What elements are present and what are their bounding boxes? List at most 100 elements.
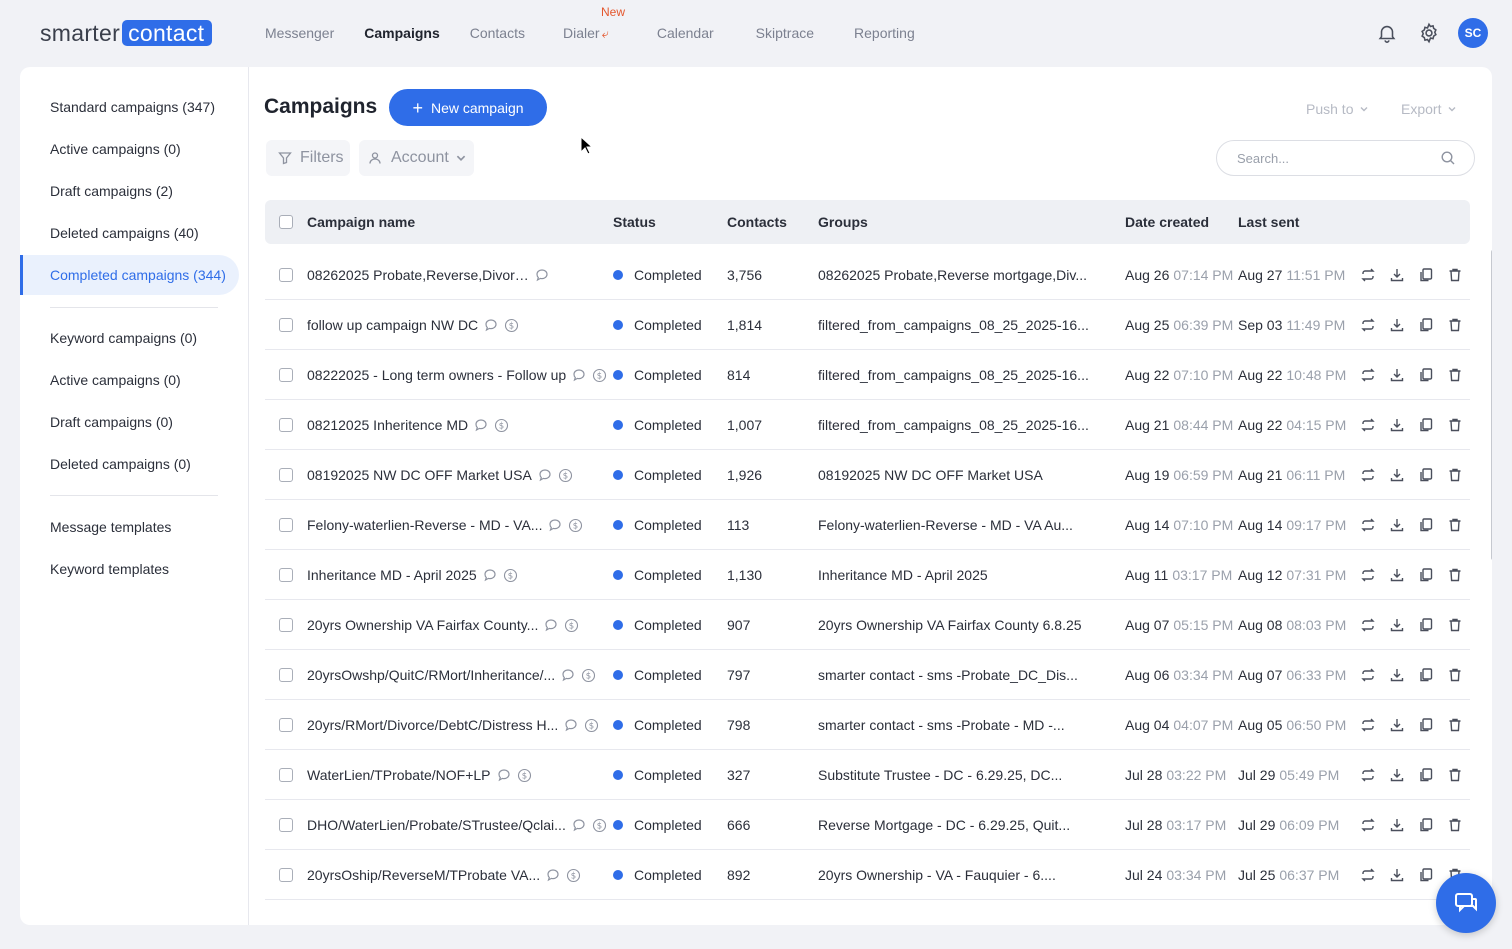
- trash-icon[interactable]: [1440, 514, 1469, 536]
- gear-icon[interactable]: [1414, 18, 1444, 48]
- sidebar-keyword-draft[interactable]: Draft campaigns (0): [50, 414, 173, 430]
- trash-icon[interactable]: [1440, 764, 1469, 786]
- campaign-name[interactable]: DHO/WaterLien/Probate/STrustee/Qclai...: [307, 817, 566, 833]
- row-checkbox[interactable]: [279, 668, 293, 682]
- copy-icon[interactable]: [1411, 614, 1440, 636]
- campaign-name[interactable]: 08222025 - Long term owners - Follow up: [307, 367, 566, 383]
- campaign-name-cell[interactable]: 08192025 NW DC OFF Market USA $: [307, 467, 573, 483]
- sidebar-keyword-campaigns[interactable]: Keyword campaigns (0): [50, 330, 197, 346]
- sidebar-active-campaigns[interactable]: Active campaigns (0): [50, 141, 181, 157]
- header-campaign-name[interactable]: Campaign name: [307, 214, 415, 230]
- row-checkbox[interactable]: [279, 518, 293, 532]
- download-icon[interactable]: [1382, 764, 1411, 786]
- copy-icon[interactable]: [1411, 864, 1440, 886]
- table-row[interactable]: Felony-waterlien-Reverse - MD - VA... $ Co…: [265, 500, 1470, 550]
- repeat-icon[interactable]: [1353, 514, 1382, 536]
- trash-icon[interactable]: [1440, 414, 1469, 436]
- campaign-name[interactable]: 08262025 Probate,Reverse,Divorce: [307, 267, 529, 283]
- campaign-name-cell[interactable]: Felony-waterlien-Reverse - MD - VA... $: [307, 517, 583, 533]
- sidebar-draft-campaigns[interactable]: Draft campaigns (2): [50, 183, 173, 199]
- copy-icon[interactable]: [1411, 564, 1440, 586]
- repeat-icon[interactable]: [1353, 714, 1382, 736]
- table-scrollbar[interactable]: [1491, 250, 1492, 560]
- table-row[interactable]: 20yrs Ownership VA Fairfax County... $ Com…: [265, 600, 1470, 650]
- table-row[interactable]: Inheritance MD - April 2025 $ Completed 1,1…: [265, 550, 1470, 600]
- trash-icon[interactable]: [1440, 814, 1469, 836]
- download-icon[interactable]: [1382, 514, 1411, 536]
- download-icon[interactable]: [1382, 364, 1411, 386]
- new-campaign-button[interactable]: + New campaign: [389, 89, 547, 126]
- table-row[interactable]: 08192025 NW DC OFF Market USA $ Completed 1…: [265, 450, 1470, 500]
- row-checkbox[interactable]: [279, 318, 293, 332]
- row-checkbox[interactable]: [279, 718, 293, 732]
- campaign-name[interactable]: 08212025 Inheritence MD: [307, 417, 468, 433]
- copy-icon[interactable]: [1411, 814, 1440, 836]
- logo[interactable]: smarter contact: [40, 20, 213, 46]
- campaign-name-cell[interactable]: DHO/WaterLien/Probate/STrustee/Qclai... $: [307, 817, 607, 833]
- repeat-icon[interactable]: [1353, 614, 1382, 636]
- row-checkbox[interactable]: [279, 468, 293, 482]
- campaign-name-cell[interactable]: 20yrsOwshp/QuitC/RMort/Inheritance/... $: [307, 667, 596, 683]
- nav-calendar[interactable]: Calendar: [657, 25, 714, 41]
- download-icon[interactable]: [1382, 714, 1411, 736]
- row-checkbox[interactable]: [279, 818, 293, 832]
- download-icon[interactable]: [1382, 314, 1411, 336]
- campaign-name-cell[interactable]: follow up campaign NW DC $: [307, 317, 519, 333]
- campaign-name[interactable]: Inheritance MD - April 2025: [307, 567, 477, 583]
- table-row[interactable]: 20yrs/RMort/Divorce/DebtC/Distress H... $…: [265, 700, 1470, 750]
- nav-dialer[interactable]: Dialer ⤶ New: [563, 5, 625, 42]
- row-checkbox[interactable]: [279, 368, 293, 382]
- table-row[interactable]: WaterLien/TProbate/NOF+LP $ Completed 327 Su…: [265, 750, 1470, 800]
- campaign-name[interactable]: 20yrsOwshp/QuitC/RMort/Inheritance/...: [307, 667, 555, 683]
- campaign-name[interactable]: 20yrs Ownership VA Fairfax County...: [307, 617, 538, 633]
- nav-campaigns[interactable]: Campaigns: [364, 25, 439, 41]
- header-date-created[interactable]: Date created: [1125, 214, 1209, 230]
- sidebar-deleted-campaigns[interactable]: Deleted campaigns (40): [50, 225, 199, 241]
- repeat-icon[interactable]: [1353, 814, 1382, 836]
- repeat-icon[interactable]: [1353, 314, 1382, 336]
- copy-icon[interactable]: [1411, 364, 1440, 386]
- copy-icon[interactable]: [1411, 764, 1440, 786]
- copy-icon[interactable]: [1411, 264, 1440, 286]
- campaign-name[interactable]: 08192025 NW DC OFF Market USA: [307, 467, 532, 483]
- export-button[interactable]: Export: [1401, 101, 1457, 117]
- sidebar-keyword-active[interactable]: Active campaigns (0): [50, 372, 181, 388]
- campaign-name[interactable]: follow up campaign NW DC: [307, 317, 478, 333]
- table-row[interactable]: 08222025 - Long term owners - Follow up $…: [265, 350, 1470, 400]
- campaign-name-cell[interactable]: 20yrs/RMort/Divorce/DebtC/Distress H... $: [307, 717, 599, 733]
- nav-reporting[interactable]: Reporting: [854, 25, 915, 41]
- filters-button[interactable]: Filters: [266, 140, 350, 176]
- trash-icon[interactable]: [1440, 364, 1469, 386]
- row-checkbox[interactable]: [279, 868, 293, 882]
- nav-messenger[interactable]: Messenger: [265, 25, 334, 41]
- trash-icon[interactable]: [1440, 564, 1469, 586]
- avatar[interactable]: SC: [1458, 18, 1488, 48]
- campaign-name[interactable]: 20yrsOship/ReverseM/TProbate VA...: [307, 867, 540, 883]
- copy-icon[interactable]: [1411, 314, 1440, 336]
- nav-skiptrace[interactable]: Skiptrace: [756, 25, 814, 41]
- table-row[interactable]: 20yrsOship/ReverseM/TProbate VA... $ Compl…: [265, 850, 1470, 900]
- row-checkbox[interactable]: [279, 568, 293, 582]
- header-last-sent[interactable]: Last sent: [1238, 214, 1299, 230]
- nav-contacts[interactable]: Contacts: [470, 25, 525, 41]
- search-icon[interactable]: [1440, 150, 1456, 166]
- table-row[interactable]: 08212025 Inheritence MD $ Completed 1,007 fi…: [265, 400, 1470, 450]
- repeat-icon[interactable]: [1353, 264, 1382, 286]
- header-groups[interactable]: Groups: [818, 214, 868, 230]
- row-checkbox[interactable]: [279, 418, 293, 432]
- sidebar-keyword-templates[interactable]: Keyword templates: [50, 561, 169, 577]
- row-checkbox[interactable]: [279, 618, 293, 632]
- campaign-name-cell[interactable]: Inheritance MD - April 2025 $: [307, 567, 518, 583]
- campaign-name-cell[interactable]: 08262025 Probate,Reverse,Divorce: [307, 267, 549, 283]
- trash-icon[interactable]: [1440, 464, 1469, 486]
- repeat-icon[interactable]: [1353, 664, 1382, 686]
- download-icon[interactable]: [1382, 464, 1411, 486]
- copy-icon[interactable]: [1411, 514, 1440, 536]
- download-icon[interactable]: [1382, 414, 1411, 436]
- table-row[interactable]: DHO/WaterLien/Probate/STrustee/Qclai... $…: [265, 800, 1470, 850]
- copy-icon[interactable]: [1411, 714, 1440, 736]
- trash-icon[interactable]: [1440, 714, 1469, 736]
- push-to-button[interactable]: Push to: [1306, 101, 1369, 117]
- campaign-name[interactable]: 20yrs/RMort/Divorce/DebtC/Distress H...: [307, 717, 558, 733]
- repeat-icon[interactable]: [1353, 464, 1382, 486]
